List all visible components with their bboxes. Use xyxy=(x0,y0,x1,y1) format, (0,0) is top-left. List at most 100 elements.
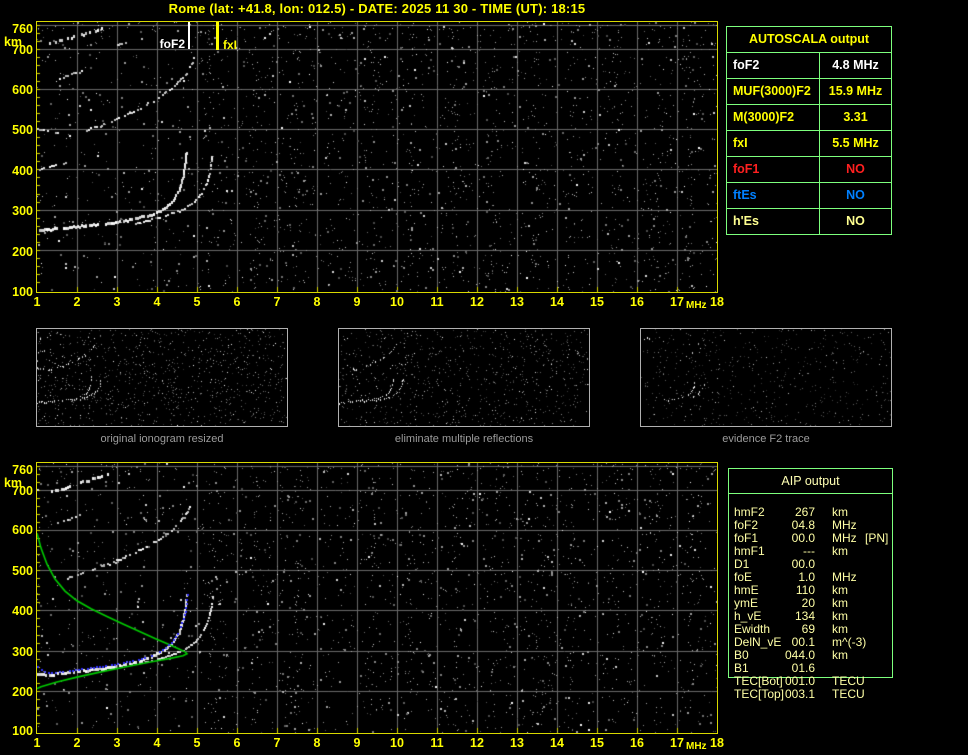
autoscala-output-table: AUTOSCALA output foF2 4.8 MHz MUF(3000)F2 1… xyxy=(726,26,892,235)
x-axis-tick-label: 8 xyxy=(313,295,321,309)
aip-table-title: AIP output xyxy=(729,469,892,494)
x-axis-tick-label: 11 xyxy=(430,295,444,309)
x-axis-tick-label: 10 xyxy=(390,736,404,750)
x-axis-tick-label: 1 xyxy=(33,295,41,309)
autoscala-parameter-label: foF1 xyxy=(727,157,820,182)
aip-parameter-unit: km xyxy=(832,648,848,662)
fxI-frequency-marker-line xyxy=(216,22,219,50)
autoscala-parameter-value: NO xyxy=(846,214,865,228)
x-axis-tick-label: 15 xyxy=(590,295,604,309)
autoscala-table-row: MUF(3000)F2 15.9 MHz xyxy=(727,79,891,105)
y-axis-tick-label: 400 xyxy=(12,164,33,178)
thumbnail-canvas-reflections xyxy=(339,329,589,426)
thumbnail-canvas-original xyxy=(37,329,287,426)
thumbnail-caption-reflections: eliminate multiple reflections xyxy=(394,433,534,445)
x-axis-tick-label: 14 xyxy=(550,736,564,750)
x-axis-tick-label: 8 xyxy=(313,736,321,750)
x-axis-tick-label: 2 xyxy=(73,295,81,309)
x-axis-tick-label: 4 xyxy=(153,736,161,750)
autoscala-parameter-label: M(3000)F2 xyxy=(727,105,820,130)
autoscala-parameter-label: h'Es xyxy=(727,209,820,234)
x-axis-tick-label: 13 xyxy=(510,295,524,309)
autoscala-table-row: foF2 4.8 MHz xyxy=(727,53,891,79)
autoscala-parameter-value: 15.9 MHz xyxy=(828,84,883,98)
y-axis-tick-label: 500 xyxy=(12,564,33,578)
y-axis-tick-label: 600 xyxy=(12,83,33,97)
aip-parameter-unit: km xyxy=(832,544,848,558)
y-axis-tick-label: 300 xyxy=(12,204,33,218)
x-axis-tick-label: 18 xyxy=(710,736,724,750)
autoscala-parameter-label: foF2 xyxy=(727,53,820,78)
aip-parameter-value: 003.1 xyxy=(784,687,815,701)
thumbnail-evidence-f2 xyxy=(640,328,892,427)
autoscala-table-row: M(3000)F2 3.31 xyxy=(727,105,891,131)
ionogram-plot-bottom xyxy=(36,462,718,734)
autoscala-parameter-value: NO xyxy=(846,162,865,176)
y-axis-tick-label: 300 xyxy=(12,645,33,659)
foF2-frequency-marker-line xyxy=(188,22,190,49)
fxI-marker-label: fxI xyxy=(223,38,238,52)
autoscala-parameter-value: NO xyxy=(846,188,865,202)
autoscala-parameter-value: 3.31 xyxy=(843,110,868,124)
autoscala-table-title: AUTOSCALA output xyxy=(727,27,891,53)
x-axis-tick-label: 9 xyxy=(353,295,361,309)
aip-output-table: AIP output hmF2 267 km foF2 04.8 MHz foF1 00.0 M… xyxy=(728,468,893,701)
autoscala-table-row: fxI 5.5 MHz xyxy=(727,131,891,157)
x-axis-tick-label: 12 xyxy=(470,295,484,309)
aip-parameter-flag: [PN] xyxy=(865,531,889,545)
x-axis-tick-label: 12 xyxy=(470,736,484,750)
foF2-marker-label: foF2 xyxy=(159,37,185,51)
x-axis-tick-label: 7 xyxy=(273,295,281,309)
y-axis-tick-label: 200 xyxy=(12,685,33,699)
ionogram-canvas-top xyxy=(37,22,717,292)
autoscala-parameter-label: MUF(3000)F2 xyxy=(727,79,820,104)
autoscala-window: { "header": { "title": "Rome (lat: +41.8… xyxy=(0,0,968,755)
autoscala-parameter-label: ftEs xyxy=(727,183,820,208)
x-axis-tick-label: 3 xyxy=(113,295,121,309)
ionogram-canvas-bottom xyxy=(37,463,717,733)
y-axis-tick-label: 700 xyxy=(12,43,33,57)
x-axis-tick-label: 14 xyxy=(550,295,564,309)
x-axis-tick-label: 18 xyxy=(710,295,724,309)
x-axis-tick-label: 6 xyxy=(233,736,241,750)
y-axis-tick-label: 500 xyxy=(12,123,33,137)
top-plot-x-axis: 1 2 3 4 5 6 7 8 9 10 11 12 13 14 15 16 17 18 MHz xyxy=(34,295,726,311)
bottom-plot-x-axis: 1 2 3 4 5 6 7 8 9 10 11 12 13 14 15 16 17 18 MHz xyxy=(34,736,726,752)
x-axis-tick-label: 1 xyxy=(33,736,41,750)
x-axis-tick-label: 16 xyxy=(630,736,644,750)
thumbnail-eliminate-reflections xyxy=(338,328,590,427)
thumbnail-original-ionogram xyxy=(36,328,288,427)
y-axis-tick-label: 700 xyxy=(12,484,33,498)
page-title: Rome (lat: +41.8, lon: 012.5) - DATE: 20… xyxy=(168,1,586,16)
x-axis-tick-label: 5 xyxy=(193,736,201,750)
x-axis-tick-label: 11 xyxy=(430,736,444,750)
x-axis-tick-label: 13 xyxy=(510,736,524,750)
autoscala-parameter-value: 5.5 MHz xyxy=(832,136,879,150)
aip-table-row: TEC[Top] 003.1 TECU xyxy=(729,688,892,701)
autoscala-parameter-label: fxI xyxy=(727,131,820,156)
x-axis-tick-label: 7 xyxy=(273,736,281,750)
thumbnail-caption-original: original ionogram resized xyxy=(100,433,224,445)
x-axis-tick-label: 4 xyxy=(153,295,161,309)
x-axis-tick-label: 6 xyxy=(233,295,241,309)
x-axis-tick-label: 16 xyxy=(630,295,644,309)
x-axis-tick-label: 2 xyxy=(73,736,81,750)
thumbnail-caption-f2-trace: evidence F2 trace xyxy=(722,433,810,445)
x-axis-unit-label: MHz xyxy=(686,300,707,311)
y-axis-tick-label: 200 xyxy=(12,245,33,259)
x-axis-tick-label: 10 xyxy=(390,295,404,309)
x-axis-tick-label: 15 xyxy=(590,736,604,750)
y-axis-tick-label: 400 xyxy=(12,604,33,618)
x-axis-tick-label: 5 xyxy=(193,295,201,309)
y-axis-tick-label: 600 xyxy=(12,523,33,537)
autoscala-table-row: ftEs NO xyxy=(727,183,891,209)
ionogram-plot-top: foF2 fxI xyxy=(36,21,718,293)
aip-parameter-unit: TECU xyxy=(832,687,865,701)
thumbnail-canvas-f2-trace xyxy=(641,329,891,426)
x-axis-tick-label: 9 xyxy=(353,736,361,750)
autoscala-table-row: foF1 NO xyxy=(727,157,891,183)
autoscala-table-row: h'Es NO xyxy=(727,209,891,234)
x-axis-unit-label: MHz xyxy=(686,741,707,752)
autoscala-parameter-value: 4.8 MHz xyxy=(832,58,879,72)
x-axis-tick-label: 3 xyxy=(113,736,121,750)
